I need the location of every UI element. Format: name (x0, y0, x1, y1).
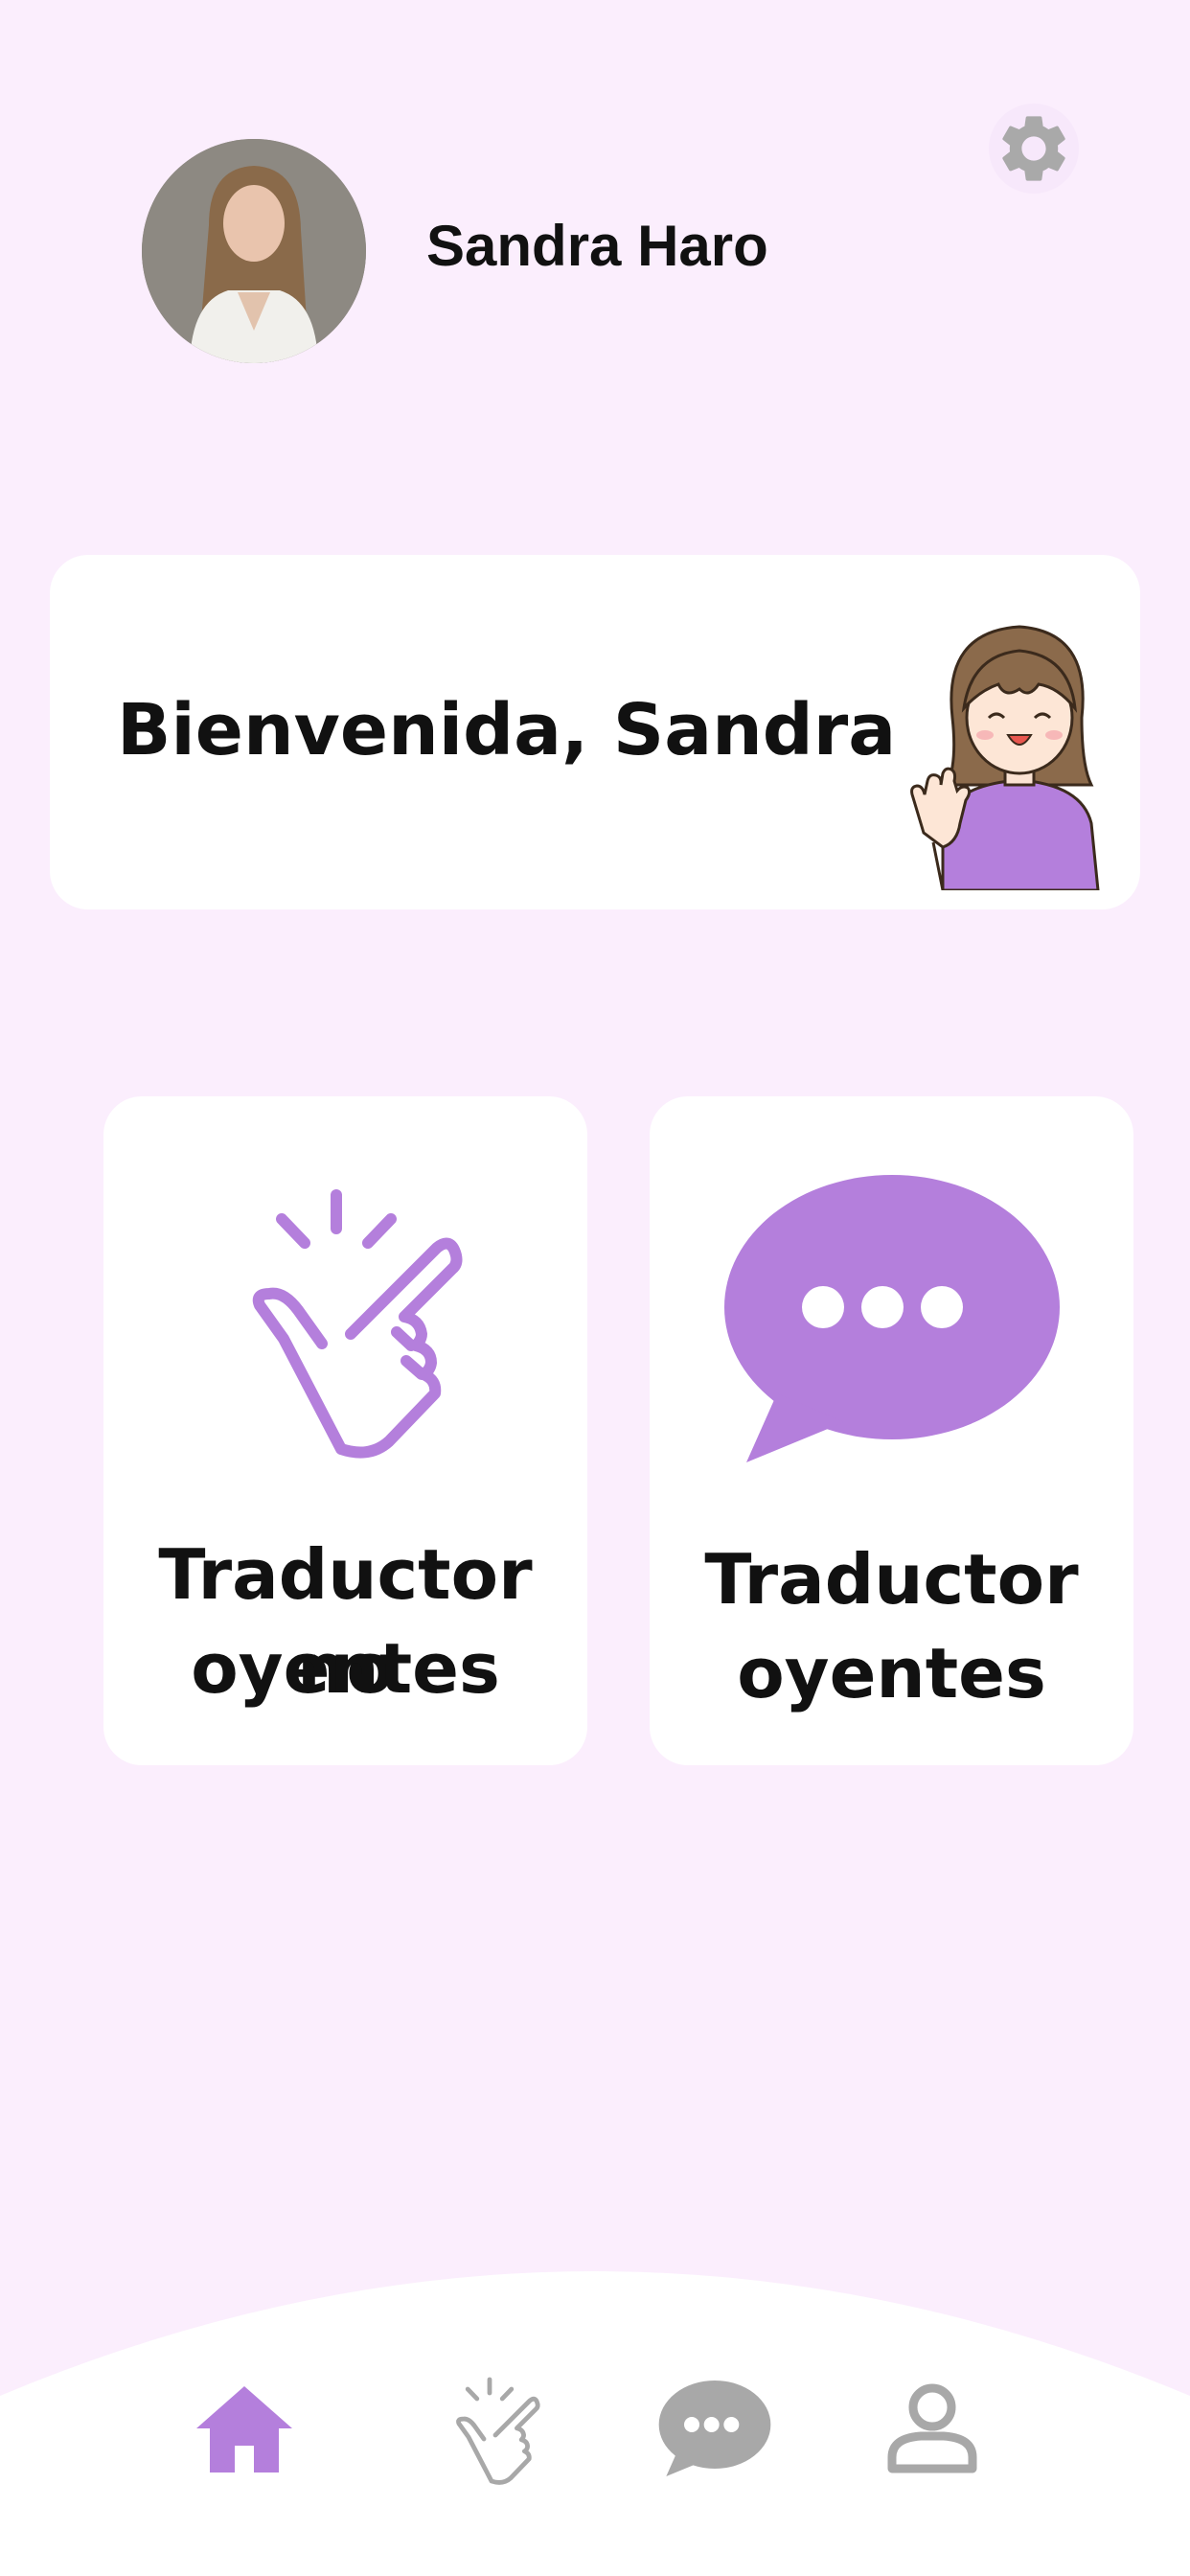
gear-icon (1002, 116, 1065, 181)
nav-chat[interactable] (654, 2377, 774, 2482)
card-label-line2: oyentes (737, 1633, 1046, 1714)
card-translator-non-hearing[interactable]: Traductor no oyentes (103, 1096, 587, 1765)
welcome-card: Bienvenida, Sandra (50, 555, 1140, 909)
nav-home[interactable] (192, 2377, 297, 2482)
hand-gesture-icon (456, 2377, 540, 2485)
profile-icon (887, 2383, 977, 2473)
welcome-text: Bienvenida, Sandra (117, 689, 897, 771)
chat-bubble-icon (723, 1175, 1060, 1462)
settings-button[interactable] (989, 104, 1079, 194)
card-translator-hearing[interactable]: Traductor oyentes (650, 1096, 1133, 1765)
home-icon (196, 2386, 292, 2472)
nav-profile[interactable] (880, 2375, 985, 2482)
hand-gesture-icon (252, 1189, 462, 1459)
bottom-navigation (0, 2262, 1190, 2576)
card-label-line1: Traductor (704, 1539, 1079, 1620)
chat-bubble-icon (658, 2380, 770, 2476)
card-label-line2: oyentes (191, 1628, 500, 1709)
avatar[interactable] (142, 139, 366, 363)
nav-hand-gesture[interactable] (436, 2367, 551, 2487)
user-name: Sandra Haro (426, 214, 768, 278)
waving-girl-illustration (910, 625, 1100, 890)
